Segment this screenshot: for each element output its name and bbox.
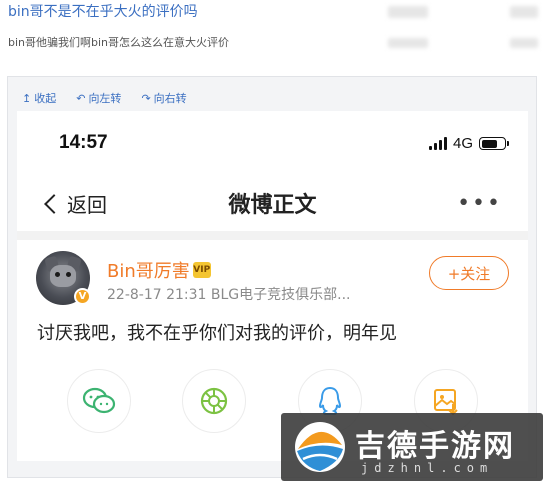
weibo-text: 讨厌我吧，我不在乎你们对我的评价，明年见: [37, 323, 397, 344]
blurred-meta-2: [510, 6, 538, 18]
more-options-icon[interactable]: •••: [457, 191, 502, 216]
page-title: 微博正文: [228, 193, 317, 218]
rotate-right-icon: ↷: [141, 91, 151, 105]
vip-badge-icon: VIP: [192, 262, 211, 278]
username[interactable]: Bin哥厉害 VIP: [107, 257, 211, 283]
watermark-url: jdzhnl.com: [361, 461, 494, 475]
verified-badge-icon: V: [74, 288, 91, 305]
site-logo-icon: [295, 422, 345, 472]
battery-icon: [479, 137, 509, 150]
rotate-left-icon: ↶: [76, 91, 86, 105]
signal-icon: [428, 137, 447, 150]
network-type: 4G: [452, 135, 473, 152]
username-text: Bin哥厉害: [107, 261, 190, 282]
watermark-name: 吉德手游网: [355, 429, 515, 464]
blurred-meta-4: [510, 38, 538, 48]
phone-screenshot: 14:57 4G 返回 微博正文 ••• V Bin哥厉害 VIP 22-8-1…: [17, 111, 528, 461]
watermark: 吉德手游网 jdzhnl.com: [281, 413, 543, 481]
image-toolbar: ↥ 收起 ↶ 向左转 ↷ 向右转: [22, 90, 187, 106]
blurred-meta-3: [388, 38, 428, 48]
blurred-meta-1: [388, 6, 428, 18]
section-divider: [17, 231, 528, 240]
post-subtitle: bin哥他骗我们啊bin哥怎么这么在意大火评价: [8, 36, 230, 49]
collapse-label: 收起: [34, 92, 57, 105]
image-save-icon: [434, 389, 458, 416]
moments-icon: [200, 387, 228, 415]
post-title[interactable]: bin哥不是不在乎大火的评价吗: [8, 2, 198, 22]
follow-button[interactable]: +关注: [429, 256, 509, 290]
rotate-right-label: 向右转: [153, 92, 187, 105]
status-indicators: 4G: [428, 135, 509, 152]
share-wechat-button[interactable]: [67, 369, 131, 433]
post-meta: 22-8-17 21:31 BLG电子竞技俱乐部...: [107, 287, 351, 303]
collapse-icon: ↥: [22, 91, 32, 105]
rotate-left-button[interactable]: ↶ 向左转: [76, 90, 121, 106]
collapse-button[interactable]: ↥ 收起: [22, 90, 56, 106]
wechat-icon: [82, 387, 116, 414]
share-moments-button[interactable]: [182, 369, 246, 433]
rotate-left-label: 向左转: [88, 92, 122, 105]
status-time: 14:57: [59, 132, 108, 153]
rotate-right-button[interactable]: ↷ 向右转: [141, 90, 186, 106]
